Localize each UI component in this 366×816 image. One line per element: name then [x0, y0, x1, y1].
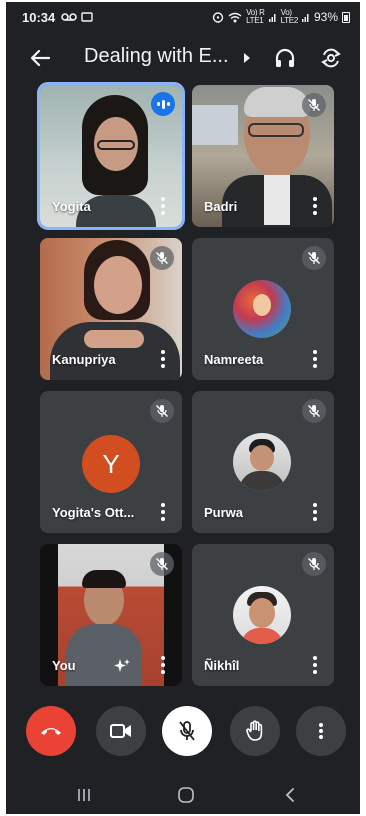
muted-indicator: [150, 552, 174, 576]
mic-off-icon: [308, 558, 320, 570]
camera-button[interactable]: [96, 706, 146, 756]
mic-off-icon: [308, 405, 320, 417]
meeting-details-button[interactable]: [243, 48, 259, 68]
muted-indicator: [302, 399, 326, 423]
home-icon: [178, 787, 194, 803]
mic-off-icon: [308, 252, 320, 264]
participant-name: You: [52, 658, 76, 673]
muted-indicator: [302, 552, 326, 576]
more-options-button[interactable]: [296, 706, 346, 756]
alarm-icon: [212, 12, 224, 23]
participant-options-button[interactable]: [156, 348, 170, 370]
status-left-icons: [61, 11, 93, 23]
hang-up-icon: [41, 728, 61, 735]
mic-off-icon: [156, 405, 168, 417]
avatar: [233, 280, 291, 338]
sim1-network-label: Vo) R LTE1: [246, 8, 265, 25]
camera-flip-icon: [321, 48, 341, 68]
home-button[interactable]: [166, 782, 206, 808]
participant-options-button[interactable]: [308, 501, 322, 523]
recent-apps-icon: [78, 789, 90, 801]
participant-name: Badri: [204, 199, 238, 214]
participant-options-button[interactable]: [308, 348, 322, 370]
voicemail-icon: [61, 13, 78, 21]
raise-hand-button[interactable]: [230, 706, 280, 756]
muted-indicator: [150, 246, 174, 270]
headphones-icon: [275, 48, 295, 67]
more-vertical-icon: [319, 723, 323, 739]
chevron-right-icon: [244, 53, 250, 63]
status-time: 10:34: [22, 9, 56, 25]
speaking-indicator: [151, 92, 175, 116]
battery-percent: 93%: [313, 10, 338, 24]
participant-tile-yogitas-other-device[interactable]: Y Yogita's Ott...: [40, 391, 182, 533]
participant-options-button[interactable]: [156, 501, 170, 523]
raise-hand-icon: [246, 720, 263, 741]
avatar: [233, 586, 291, 644]
participant-options-button[interactable]: [156, 654, 170, 676]
avatar: Y: [82, 435, 140, 493]
sparkle-effects-icon: [114, 659, 130, 672]
participant-tile-yogita[interactable]: Yogita: [37, 82, 185, 230]
mic-off-icon: [156, 558, 168, 570]
muted-indicator: [150, 399, 174, 423]
signal-icon: [301, 14, 309, 22]
participant-name: Purwa: [204, 505, 244, 520]
system-navigation-bar: [6, 776, 360, 814]
back-button[interactable]: [26, 44, 54, 72]
participant-name: Kanupriya: [52, 352, 116, 367]
battery-icon: [342, 11, 350, 23]
visual-effects-button[interactable]: [112, 656, 132, 676]
muted-indicator: [302, 93, 326, 117]
participant-name: Namreeta: [204, 352, 264, 367]
avatar: [233, 433, 291, 491]
participant-name: Yogita's Ott...: [52, 505, 135, 520]
meeting-top-bar: Dealing with E...: [6, 38, 360, 78]
wifi-icon: [228, 12, 242, 22]
status-bar: 10:34 Vo) R LTE1 Vo) LTE2 93%: [6, 2, 360, 32]
participant-options-button[interactable]: [308, 654, 322, 676]
end-call-button[interactable]: [26, 706, 76, 756]
call-controls: [6, 706, 360, 758]
participant-tile-purwa[interactable]: Purwa: [192, 391, 334, 533]
video-camera-icon: [110, 724, 131, 738]
meeting-title[interactable]: Dealing with E...: [84, 45, 229, 68]
participant-options-button[interactable]: [308, 195, 322, 217]
participant-tile-nikhil[interactable]: Ñikhîl: [192, 544, 334, 686]
participant-options-button[interactable]: [156, 195, 170, 217]
participant-tile-kanupriya[interactable]: Kanupriya: [40, 238, 182, 380]
back-arrow-icon: [30, 49, 50, 67]
mic-off-icon: [308, 99, 320, 111]
mic-button[interactable]: [162, 706, 212, 756]
screen-cast-icon: [81, 11, 93, 22]
mic-off-icon: [156, 252, 168, 264]
audio-output-button[interactable]: [270, 43, 300, 73]
muted-indicator: [302, 246, 326, 270]
mic-off-icon: [179, 721, 195, 741]
switch-camera-button[interactable]: [316, 43, 346, 73]
participant-name: Yogita: [52, 199, 91, 214]
participant-tile-namreeta[interactable]: Namreeta: [192, 238, 334, 380]
participant-name: Ñikhîl: [204, 658, 240, 673]
chevron-left-icon: [285, 788, 294, 802]
status-right-icons: Vo) R LTE1 Vo) LTE2 93%: [212, 9, 350, 25]
signal-icon: [268, 14, 276, 22]
sim2-network-label: Vo) LTE2: [280, 8, 299, 25]
meet-call-screen: 10:34 Vo) R LTE1 Vo) LTE2 93% Dealing with…: [6, 2, 360, 814]
participant-tile-badri[interactable]: Badri: [192, 85, 334, 227]
system-back-button[interactable]: [270, 782, 310, 808]
participant-tile-you[interactable]: You: [40, 544, 182, 686]
recent-apps-button[interactable]: [64, 782, 104, 808]
